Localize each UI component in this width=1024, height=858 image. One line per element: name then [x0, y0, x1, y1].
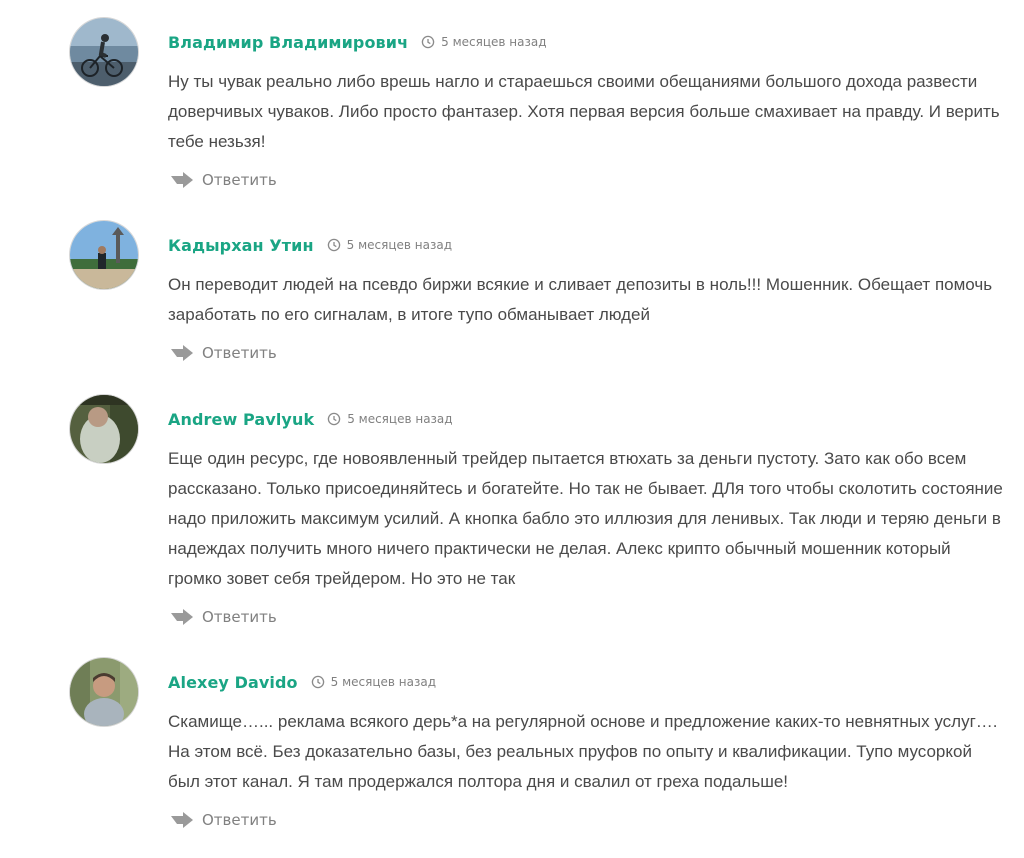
comment-text: Еще один ресурс, где новоявленный трейде…	[168, 449, 1003, 588]
reply-arrow-icon	[171, 812, 193, 828]
comment-meta: Владимир Владимирович 5 месяцев назад	[168, 31, 547, 53]
reply-label: Ответить	[202, 608, 277, 626]
author-name[interactable]: Владимир Владимирович	[168, 33, 408, 52]
reply-button[interactable]: Ответить	[170, 342, 277, 364]
clock-icon	[421, 35, 435, 49]
comment-time[interactable]: 5 месяцев назад	[347, 412, 452, 426]
reply-button[interactable]: Ответить	[170, 169, 277, 191]
reply-arrow-icon	[171, 172, 193, 188]
reply-button[interactable]: Ответить	[170, 809, 277, 831]
comment-time[interactable]: 5 месяцев назад	[441, 35, 546, 49]
reply-arrow-icon	[171, 345, 193, 361]
reply-label: Ответить	[202, 171, 277, 189]
author-name[interactable]: Alexey Davido	[168, 673, 298, 692]
comment-text: Он переводит людей на псевдо биржи всяки…	[168, 275, 993, 324]
reply-label: Ответить	[202, 811, 277, 829]
avatar	[70, 221, 138, 289]
author-name[interactable]: Andrew Pavlyuk	[168, 410, 314, 429]
clock-icon	[327, 238, 340, 252]
comment-time[interactable]: 5 месяцев назад	[331, 675, 436, 689]
avatar	[70, 658, 138, 726]
clock-icon	[327, 412, 341, 426]
comment-text: Ну ты чувак реально либо врешь нагло и с…	[168, 72, 1000, 151]
reply-label: Ответить	[202, 344, 277, 362]
avatar	[70, 395, 138, 463]
comment-text: Скамище…... реклама всякого дерь*а на ре…	[168, 712, 998, 791]
reply-button[interactable]: Ответить	[170, 606, 277, 628]
comment-meta: Alexey Davido 5 месяцев назад	[168, 671, 436, 693]
comment-time[interactable]: 5 месяцев назад	[347, 238, 452, 252]
avatar	[70, 18, 138, 86]
comment-meta: Кадырхан Утин 5 месяцев назад	[168, 234, 452, 256]
comment-meta: Andrew Pavlyuk 5 месяцев назад	[168, 408, 453, 430]
author-name[interactable]: Кадырхан Утин	[168, 236, 314, 255]
clock-icon	[311, 675, 324, 689]
reply-arrow-icon	[171, 609, 193, 625]
